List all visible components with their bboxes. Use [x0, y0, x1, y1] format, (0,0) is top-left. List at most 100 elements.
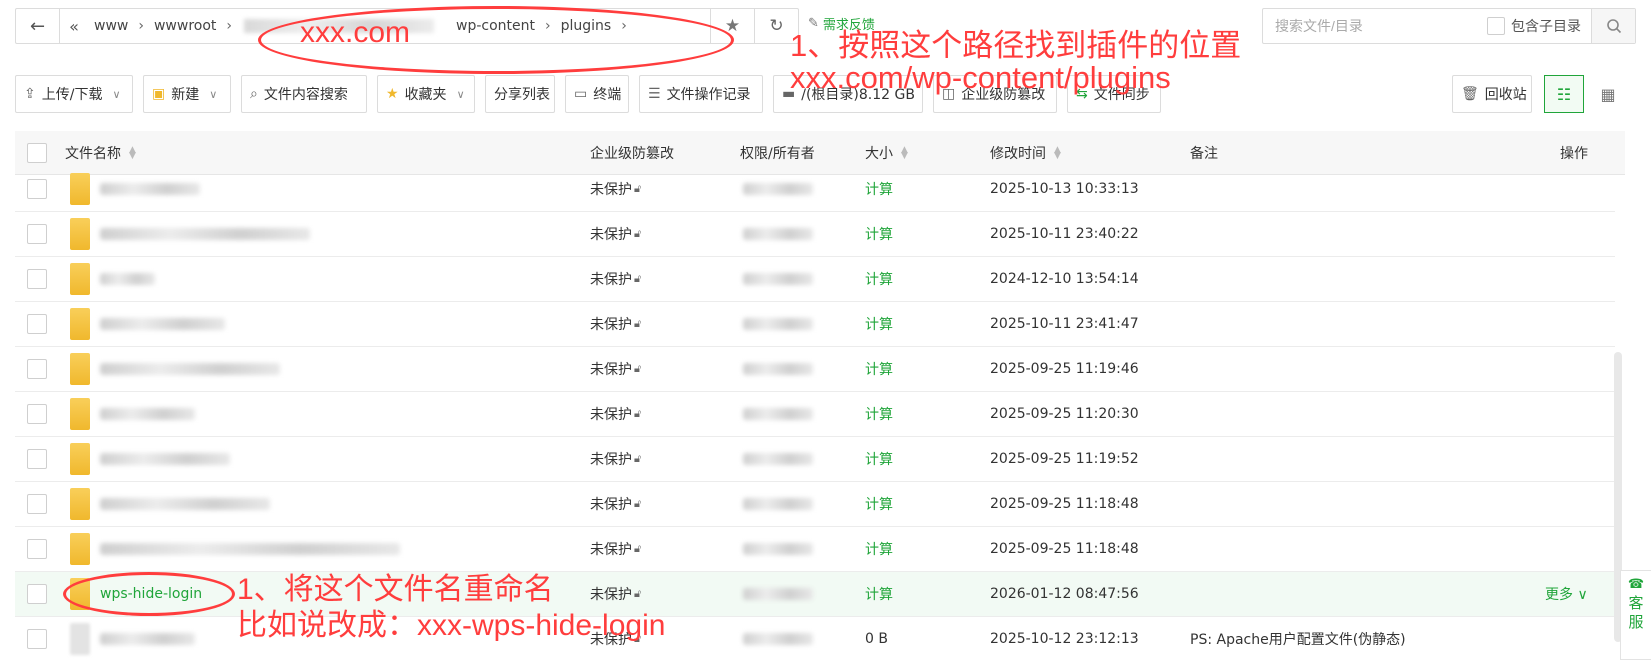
annotation-step1-title: 1、按照这个路径找到插件的位置: [790, 28, 1242, 63]
mtime-value: 2025-09-25 11:20:30: [990, 406, 1139, 422]
grid-view-button[interactable]: ▦: [1588, 75, 1628, 113]
table-row[interactable]: 未保护 🔓︎ 计算 2024-12-10 13:54:14: [15, 257, 1615, 302]
row-checkbox[interactable]: [27, 572, 47, 616]
row-tamper[interactable]: 未保护 🔓︎: [590, 482, 641, 526]
row-size[interactable]: 计算: [865, 482, 893, 526]
table-row[interactable]: 未保护 🔓︎ 计算 2025-09-25 11:19:52: [15, 437, 1615, 482]
row-size[interactable]: 计算: [865, 347, 893, 391]
row-size[interactable]: 计算: [865, 527, 893, 571]
row-checkbox[interactable]: [27, 257, 47, 301]
table-row[interactable]: 未保护 🔓︎ 计算 2025-10-13 10:33:13: [15, 167, 1615, 212]
back-button[interactable]: ←: [16, 9, 60, 43]
file-ops-log-button[interactable]: ☰ 文件操作记录: [639, 75, 763, 113]
row-size[interactable]: 计算: [865, 257, 893, 301]
row-checkbox[interactable]: [27, 527, 47, 571]
table-row[interactable]: 未保护 🔓︎ 计算 2025-09-25 11:18:48: [15, 482, 1615, 527]
recycle-bin-button[interactable]: 🗑 回收站: [1452, 75, 1532, 113]
table-row[interactable]: 未保护 🔓︎ 计算 2025-09-25 11:20:30: [15, 392, 1615, 437]
content-search-button[interactable]: ⌕ 文件内容搜索: [241, 75, 367, 113]
unlock-icon: 🔓︎: [634, 227, 642, 240]
file-name-redacted[interactable]: [100, 183, 200, 195]
row-perm[interactable]: [743, 212, 813, 256]
row-tamper[interactable]: 未保护 🔓︎: [590, 167, 641, 211]
file-name-redacted[interactable]: [100, 273, 155, 285]
row-size[interactable]: 计算: [865, 212, 893, 256]
size-value: 计算: [865, 407, 893, 423]
row-perm[interactable]: [743, 347, 813, 391]
crumb-www[interactable]: www: [84, 18, 138, 34]
search-button[interactable]: [1591, 9, 1635, 43]
file-name-redacted[interactable]: [100, 408, 195, 420]
row-checkbox[interactable]: [27, 212, 47, 256]
file-name-redacted[interactable]: [100, 498, 270, 510]
table-row[interactable]: 未保护 🔓︎ 计算 2025-09-25 11:19:46: [15, 347, 1615, 392]
row-perm[interactable]: [743, 257, 813, 301]
row-tamper[interactable]: 未保护 🔓︎: [590, 257, 641, 301]
collapse-path-icon[interactable]: «: [64, 17, 84, 36]
file-name-redacted[interactable]: [100, 453, 230, 465]
terminal-button[interactable]: ▭ 终端: [565, 75, 629, 113]
upload-download-button[interactable]: ⇪ 上传/下载 ∨: [15, 75, 133, 113]
row-tamper[interactable]: 未保护 🔓︎: [590, 527, 641, 571]
row-size[interactable]: 计算: [865, 572, 893, 616]
col-ops-label: 操作: [1560, 145, 1588, 162]
folder-icon: [70, 173, 90, 205]
share-list-button[interactable]: 分享列表: [485, 75, 555, 113]
unlock-icon: 🔓︎: [634, 542, 642, 555]
row-tamper[interactable]: 未保护 🔓︎: [590, 212, 641, 256]
folder-icon: [70, 353, 90, 385]
col-mtime[interactable]: 修改时间 ▲ ▼: [990, 143, 1061, 163]
row-size[interactable]: 计算: [865, 302, 893, 346]
row-tamper[interactable]: 未保护 🔓︎: [590, 302, 641, 346]
table-row[interactable]: 未保护 🔓︎ 计算 2025-10-11 23:40:22: [15, 212, 1615, 257]
file-name-redacted[interactable]: [100, 543, 400, 555]
row-checkbox[interactable]: [27, 167, 47, 211]
star-icon: ★: [386, 86, 399, 102]
row-perm[interactable]: [743, 167, 813, 211]
row-checkbox[interactable]: [27, 437, 47, 481]
row-perm[interactable]: [743, 437, 813, 481]
unlock-icon: 🔓︎: [634, 587, 642, 600]
file-ops-log-label: 文件操作记录: [666, 87, 751, 103]
row-checkbox[interactable]: [27, 347, 47, 391]
col-name[interactable]: 文件名称 ▲ ▼: [65, 143, 136, 163]
include-subdirs-checkbox[interactable]: 包含子目录: [1487, 16, 1581, 36]
row-perm[interactable]: [743, 302, 813, 346]
row-tamper[interactable]: 未保护 🔓︎: [590, 437, 641, 481]
unlock-icon: 🔓︎: [634, 407, 642, 420]
col-perm: 权限/所有者: [740, 143, 815, 163]
customer-service-button[interactable]: ☎ 客 服: [1620, 570, 1651, 660]
row-perm[interactable]: [743, 527, 813, 571]
row-checkbox[interactable]: [27, 302, 47, 346]
row-perm[interactable]: [743, 617, 813, 660]
row-tamper[interactable]: 未保护 🔓︎: [590, 347, 641, 391]
table-row[interactable]: 未保护 🔓︎ 计算 2025-10-11 23:41:47: [15, 302, 1615, 347]
row-checkbox[interactable]: [27, 617, 47, 660]
list-view-button[interactable]: ☷: [1544, 75, 1584, 113]
row-perm[interactable]: [743, 572, 813, 616]
crumb-wwwroot[interactable]: wwwroot: [144, 18, 226, 34]
size-value: 计算: [865, 587, 893, 603]
select-all-checkbox[interactable]: [27, 142, 47, 163]
search-input[interactable]: [1263, 18, 1487, 34]
more-button[interactable]: 更多 ∨: [1545, 584, 1588, 604]
permission-redacted: [743, 588, 813, 600]
annotation-step2-example: 比如说改成：xxx-wps-hide-login: [237, 609, 666, 642]
row-checkbox[interactable]: [27, 392, 47, 436]
row-perm[interactable]: [743, 482, 813, 526]
row-perm[interactable]: [743, 392, 813, 436]
favorites-button[interactable]: ★ 收藏夹 ∨: [377, 75, 475, 113]
row-checkbox[interactable]: [27, 482, 47, 526]
file-name-redacted[interactable]: [100, 228, 310, 240]
new-button[interactable]: ▣ 新建 ∨: [143, 75, 231, 113]
row-size[interactable]: 计算: [865, 392, 893, 436]
row-note-cell[interactable]: PS: Apache用户配置文件(伪静态): [1190, 617, 1406, 660]
row-tamper[interactable]: 未保护 🔓︎: [590, 392, 641, 436]
size-value: 计算: [865, 272, 893, 288]
row-size[interactable]: 计算: [865, 167, 893, 211]
file-name-redacted[interactable]: [100, 318, 225, 330]
file-name-redacted[interactable]: [100, 633, 195, 645]
file-name-redacted[interactable]: [100, 363, 280, 375]
col-size[interactable]: 大小 ▲ ▼: [865, 143, 908, 163]
row-size[interactable]: 计算: [865, 437, 893, 481]
